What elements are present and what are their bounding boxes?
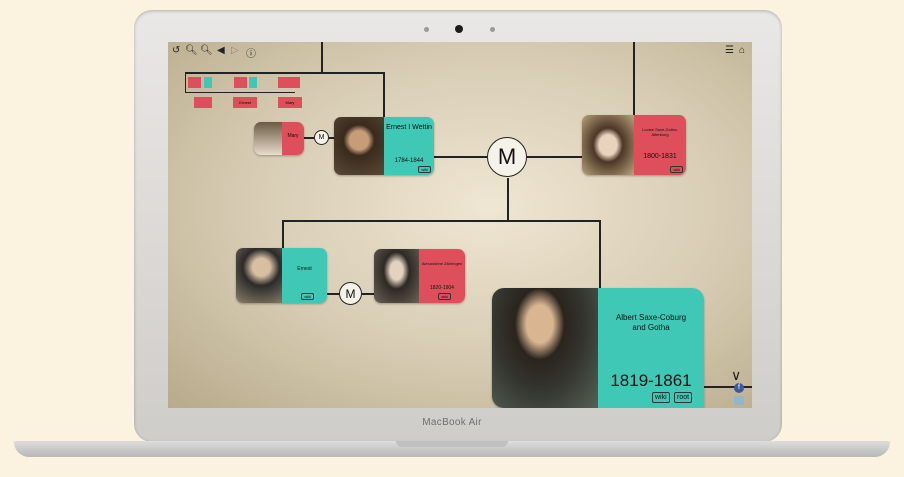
back-arrow-icon[interactable]: ↺ xyxy=(172,45,180,56)
wiki-button[interactable]: wiki xyxy=(652,392,670,403)
connector-line xyxy=(362,293,374,295)
ambient-sensor xyxy=(424,27,429,32)
laptop-brand-label: MacBook Air xyxy=(422,417,482,428)
person-card-ernest-i[interactable]: Ernest I Wettin 1784-1844 wiki xyxy=(334,117,434,175)
connector-line xyxy=(527,156,582,158)
connector-line xyxy=(383,72,385,117)
marriage-node[interactable]: M xyxy=(314,130,329,145)
wiki-button[interactable]: wiki xyxy=(301,293,314,300)
person-years: 1820-1904 xyxy=(430,285,454,291)
minimap-node xyxy=(188,77,201,88)
portrait-photo xyxy=(374,249,419,303)
triangle-left-icon[interactable]: ◀ xyxy=(217,45,225,56)
minimap-node xyxy=(278,77,300,88)
marriage-node[interactable]: M xyxy=(487,137,527,177)
wiki-button[interactable]: wiki xyxy=(670,166,683,173)
connector-line xyxy=(599,220,601,288)
marriage-node[interactable]: M xyxy=(339,282,362,305)
person-years: 1819-1861 xyxy=(610,371,692,390)
zoom-in-icon[interactable]: 🔍︎ xyxy=(185,45,198,56)
person-name: Alexandrine Zähringen xyxy=(421,261,463,266)
portrait-photo xyxy=(334,117,384,175)
zoom-out-icon[interactable]: 🔍︎ xyxy=(200,45,213,56)
chevron-down-icon[interactable]: ∨ xyxy=(731,367,741,384)
person-years: 1784-1844 xyxy=(394,158,424,164)
person-years: 1800-1831 xyxy=(643,153,677,160)
person-name: Mary xyxy=(287,133,299,139)
person-card-albert[interactable]: Albert Saxe-Coburg and Gotha 1819-1861 w… xyxy=(492,288,704,408)
home-icon[interactable]: ⌂ xyxy=(739,45,745,56)
connector-line xyxy=(434,156,487,158)
connector-line xyxy=(304,137,314,139)
connector-line xyxy=(327,293,339,295)
connector-line xyxy=(507,178,509,221)
app-screen: ↺ 🔍︎ 🔍︎ ◀ ▷ ⓘ ☰ ⌂ Ernest Mary M M M Mary xyxy=(168,42,752,408)
minimap-label: Mary xyxy=(278,97,302,108)
portrait-photo xyxy=(236,248,282,303)
portrait-photo xyxy=(254,122,282,155)
minimap-label: Ernest xyxy=(233,97,257,108)
person-name: Ernest I Wettin xyxy=(386,124,432,131)
facebook-icon[interactable]: f xyxy=(734,383,744,393)
mic-dot xyxy=(490,27,495,32)
minimap-node xyxy=(204,77,212,88)
person-name: Albert Saxe-Coburg and Gotha xyxy=(615,313,687,332)
person-card-mary[interactable]: Mary xyxy=(254,122,304,155)
laptop-notch xyxy=(396,441,508,447)
info-circle-icon[interactable]: ⓘ xyxy=(246,45,256,60)
triangle-right-icon[interactable]: ▷ xyxy=(231,45,239,56)
connector-line xyxy=(633,42,635,117)
webcam xyxy=(455,25,463,33)
portrait-photo xyxy=(492,288,598,408)
connector-line xyxy=(704,386,752,388)
minimap-node xyxy=(234,77,247,88)
root-button[interactable]: root xyxy=(674,392,693,403)
person-name: Louise Saxe-Gotha-Altenburg xyxy=(642,127,678,137)
person-card-ernest[interactable]: Ernest wiki xyxy=(236,248,327,303)
minimap-node xyxy=(249,77,257,88)
share-icon[interactable] xyxy=(734,396,744,405)
person-card-louise[interactable]: Louise Saxe-Gotha-Altenburg 1800-1831 wi… xyxy=(582,115,686,175)
list-icon[interactable]: ☰ xyxy=(725,45,734,56)
connector-line xyxy=(282,220,601,222)
wiki-button[interactable]: wiki xyxy=(438,293,451,300)
wiki-button[interactable]: wiki xyxy=(418,166,431,173)
person-card-alexandrine[interactable]: Alexandrine Zähringen 1820-1904 wiki xyxy=(374,249,465,303)
minimap-node xyxy=(194,97,212,108)
person-name: Ernest xyxy=(297,266,312,272)
portrait-photo xyxy=(582,115,634,175)
connector-line xyxy=(282,220,284,248)
